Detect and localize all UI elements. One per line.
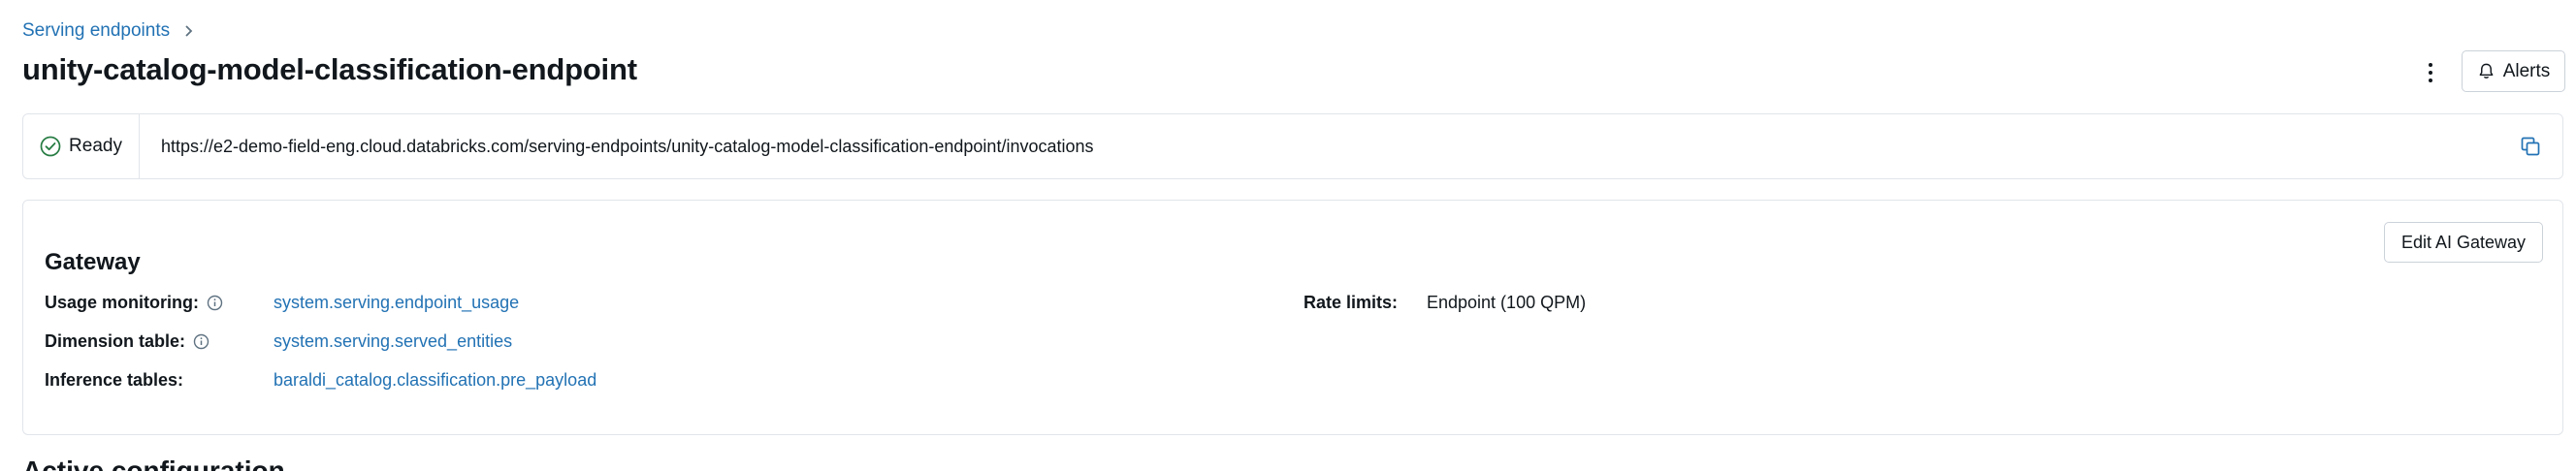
usage-monitoring-link[interactable]: system.serving.endpoint_usage bbox=[274, 293, 519, 313]
breadcrumb-serving-endpoints[interactable]: Serving endpoints bbox=[22, 20, 170, 42]
alerts-button[interactable]: Alerts bbox=[2462, 50, 2565, 92]
rate-limits-label: Rate limits: bbox=[1304, 292, 1399, 312]
kebab-menu-icon[interactable] bbox=[2419, 58, 2442, 87]
page-title: unity-catalog-model-classification-endpo… bbox=[22, 52, 637, 86]
check-circle-icon bbox=[40, 136, 61, 157]
endpoint-status: Ready bbox=[23, 114, 140, 178]
dimension-table-label: Dimension table: bbox=[45, 331, 209, 352]
copy-icon[interactable] bbox=[2520, 136, 2541, 157]
info-icon[interactable] bbox=[207, 295, 223, 311]
inference-tables-label: Inference tables: bbox=[45, 369, 184, 390]
status-text: Ready bbox=[69, 136, 122, 156]
endpoint-url: https://e2-demo-field-eng.cloud.databric… bbox=[161, 136, 1094, 156]
inference-tables-link[interactable]: baraldi_catalog.classification.pre_paylo… bbox=[274, 370, 596, 391]
bell-icon bbox=[2479, 63, 2494, 78]
gateway-title: Gateway bbox=[45, 249, 141, 275]
info-icon[interactable] bbox=[193, 333, 209, 350]
dimension-table-link[interactable]: system.serving.served_entities bbox=[274, 331, 512, 352]
usage-monitoring-row: Usage monitoring: system.serving.endpoin… bbox=[45, 291, 519, 314]
gateway-card: Gateway Edit AI Gateway Usage monitoring… bbox=[22, 200, 2563, 435]
edit-ai-gateway-button[interactable]: Edit AI Gateway bbox=[2384, 222, 2543, 263]
usage-monitoring-label: Usage monitoring: bbox=[45, 293, 223, 313]
rate-limits-row: Rate limits: Endpoint (100 QPM) bbox=[1304, 291, 1586, 314]
active-configuration-heading: Active configuration bbox=[22, 455, 285, 471]
chevron-right-icon bbox=[185, 25, 193, 37]
inference-tables-row: Inference tables: baraldi_catalog.classi… bbox=[45, 368, 596, 392]
rate-limits-value: Endpoint (100 QPM) bbox=[1427, 292, 1587, 312]
dimension-table-row: Dimension table: system.serving.served_e… bbox=[45, 330, 512, 353]
page: Serving endpoints unity-catalog-model-cl… bbox=[0, 0, 2576, 471]
alerts-button-label: Alerts bbox=[2502, 60, 2551, 81]
breadcrumb: Serving endpoints bbox=[22, 19, 193, 43]
endpoint-url-bar: Ready https://e2-demo-field-eng.cloud.da… bbox=[22, 113, 2563, 179]
